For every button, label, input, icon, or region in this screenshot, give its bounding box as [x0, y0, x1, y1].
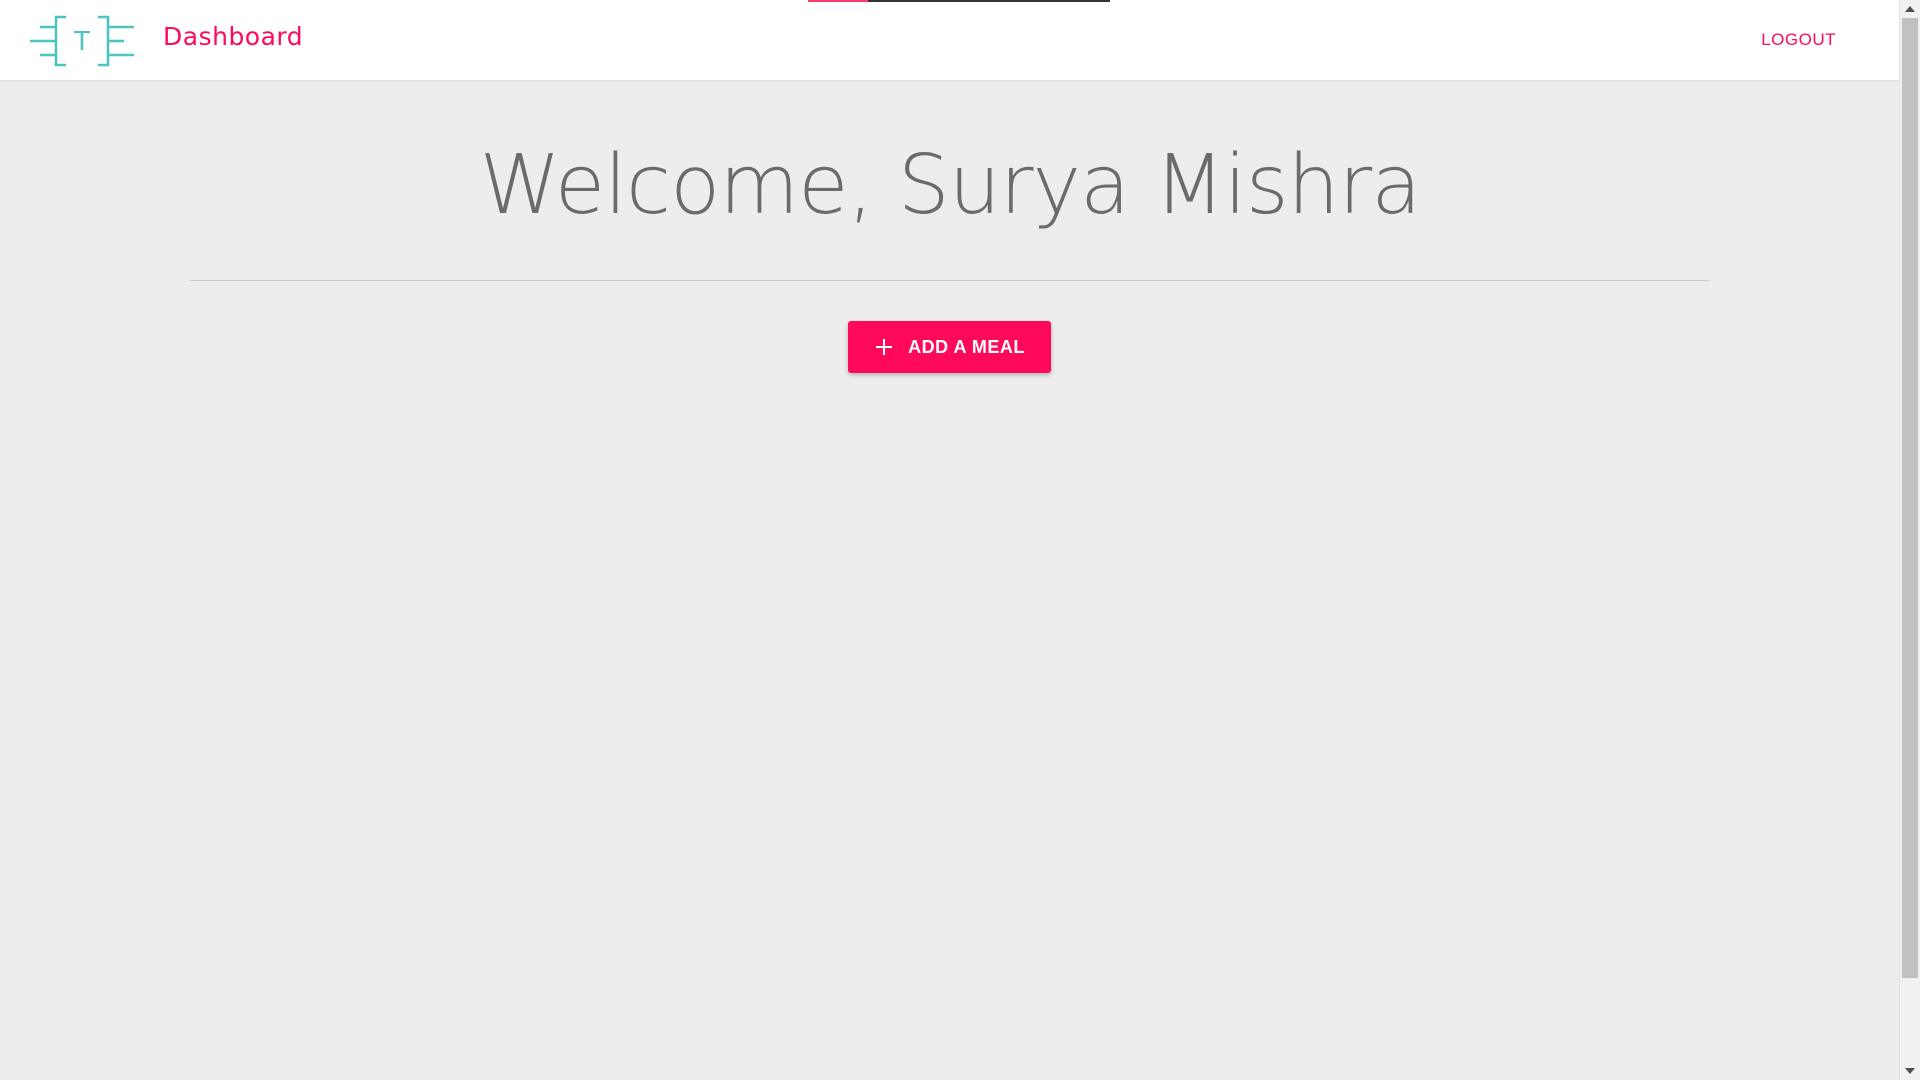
- scrollbar-thumb[interactable]: [1902, 18, 1918, 978]
- plus-icon: [874, 337, 894, 357]
- page-loading-bar-fill: [808, 0, 869, 2]
- page-title: Dashboard: [163, 22, 304, 51]
- add-meal-button[interactable]: ADD A MEAL: [848, 321, 1051, 373]
- add-meal-label: ADD A MEAL: [908, 336, 1025, 357]
- vertical-scrollbar[interactable]: [1899, 0, 1920, 1080]
- welcome-heading: Welcome, Surya Mishra: [479, 138, 1422, 233]
- logout-button[interactable]: LOGOUT: [1745, 18, 1852, 62]
- section-divider: [190, 280, 1709, 281]
- scroll-up-arrow-icon[interactable]: [1905, 6, 1915, 12]
- page-loading-bar: [808, 0, 1110, 2]
- scroll-down-arrow-icon[interactable]: [1905, 1068, 1915, 1074]
- brackets-t-logo-icon[interactable]: T: [28, 14, 136, 68]
- app-root: T Dashboard LOGOUT Welcome, Surya Mishra…: [0, 0, 1900, 1080]
- top-app-bar: T Dashboard LOGOUT: [0, 0, 1900, 80]
- logo-letter: T: [73, 27, 90, 57]
